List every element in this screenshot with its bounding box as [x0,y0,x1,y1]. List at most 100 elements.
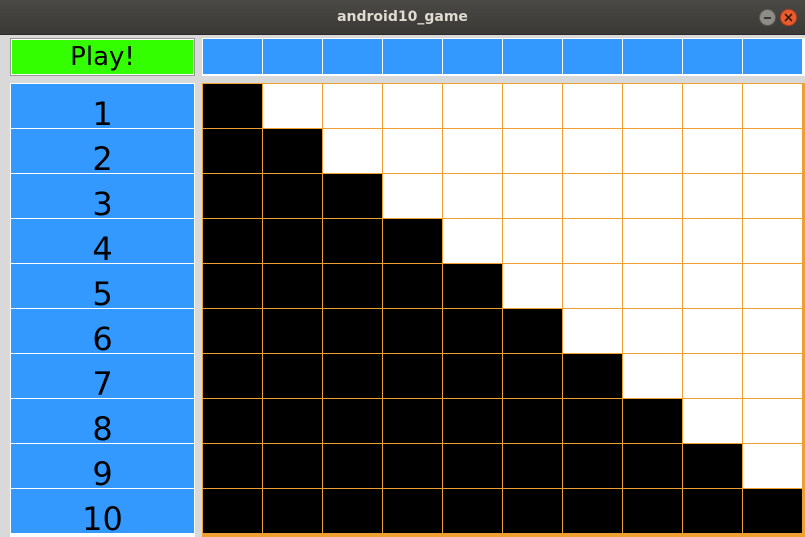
grid-cell-filled[interactable] [263,309,322,353]
grid-cell-empty[interactable] [623,84,682,128]
row-header-5[interactable]: 5 [11,264,194,310]
grid-cell-filled[interactable] [203,444,262,488]
minimize-button[interactable] [759,9,776,26]
row-header-4[interactable]: 4 [11,219,194,265]
close-button[interactable] [780,9,797,26]
row-header-2[interactable]: 2 [11,129,194,175]
grid-cell-filled[interactable] [323,264,382,308]
grid-cell-empty[interactable] [683,129,742,173]
grid-cell-filled[interactable] [323,174,382,218]
grid-cell-filled[interactable] [203,354,262,398]
grid-cell-filled[interactable] [323,399,382,443]
row-header-1[interactable]: 1 [11,84,194,130]
grid-cell-empty[interactable] [563,219,622,263]
grid-cell-empty[interactable] [683,219,742,263]
grid-cell-filled[interactable] [623,489,682,533]
row-header-3[interactable]: 3 [11,174,194,220]
grid-cell-filled[interactable] [323,354,382,398]
column-header-9[interactable] [683,39,742,74]
column-header-7[interactable] [563,39,622,74]
grid-cell-empty[interactable] [503,84,562,128]
grid-cell-filled[interactable] [683,489,742,533]
grid-cell-filled[interactable] [203,309,262,353]
row-header-8[interactable]: 8 [11,399,194,445]
grid-cell-empty[interactable] [743,174,802,218]
column-header-1[interactable] [203,39,262,74]
grid-cell-filled[interactable] [323,444,382,488]
grid-cell-filled[interactable] [683,444,742,488]
grid-cell-filled[interactable] [743,489,802,533]
grid-cell-empty[interactable] [503,129,562,173]
grid-cell-empty[interactable] [683,84,742,128]
grid-cell-empty[interactable] [503,264,562,308]
grid-cell-empty[interactable] [443,84,502,128]
grid-cell-filled[interactable] [263,444,322,488]
grid-cell-filled[interactable] [203,129,262,173]
row-header-10[interactable]: 10 [11,489,194,535]
grid-cell-filled[interactable] [443,264,502,308]
grid-cell-filled[interactable] [443,399,502,443]
grid-cell-empty[interactable] [623,264,682,308]
grid-cell-empty[interactable] [563,84,622,128]
grid-cell-empty[interactable] [743,129,802,173]
grid-cell-empty[interactable] [323,129,382,173]
grid-cell-filled[interactable] [263,399,322,443]
grid-cell-filled[interactable] [323,219,382,263]
grid-cell-empty[interactable] [743,444,802,488]
column-header-5[interactable] [443,39,502,74]
grid-cell-filled[interactable] [503,399,562,443]
grid-cell-filled[interactable] [203,489,262,533]
column-header-4[interactable] [383,39,442,74]
grid-cell-empty[interactable] [503,174,562,218]
grid-cell-filled[interactable] [503,489,562,533]
grid-cell-empty[interactable] [563,174,622,218]
grid-cell-filled[interactable] [503,444,562,488]
grid-cell-filled[interactable] [203,219,262,263]
grid-cell-filled[interactable] [443,444,502,488]
column-header-3[interactable] [323,39,382,74]
grid-cell-empty[interactable] [563,264,622,308]
grid-cell-empty[interactable] [443,174,502,218]
column-header-8[interactable] [623,39,682,74]
grid-cell-empty[interactable] [443,219,502,263]
grid-cell-filled[interactable] [383,399,442,443]
grid-cell-empty[interactable] [563,309,622,353]
grid-cell-empty[interactable] [743,399,802,443]
grid-cell-empty[interactable] [683,309,742,353]
grid-cell-filled[interactable] [323,489,382,533]
grid-cell-filled[interactable] [503,354,562,398]
grid-cell-empty[interactable] [443,129,502,173]
grid-cell-filled[interactable] [563,444,622,488]
grid-cell-filled[interactable] [563,399,622,443]
column-header-2[interactable] [263,39,322,74]
grid-cell-empty[interactable] [563,129,622,173]
grid-cell-empty[interactable] [623,219,682,263]
grid-cell-filled[interactable] [263,354,322,398]
grid-cell-empty[interactable] [503,219,562,263]
grid-cell-empty[interactable] [383,84,442,128]
play-button[interactable]: Play! [10,38,195,76]
grid-cell-empty[interactable] [383,129,442,173]
title-bar[interactable]: android10_game [0,0,805,35]
grid-cell-filled[interactable] [323,309,382,353]
grid-cell-empty[interactable] [743,264,802,308]
grid-cell-empty[interactable] [623,174,682,218]
grid-cell-filled[interactable] [443,354,502,398]
grid-cell-empty[interactable] [683,354,742,398]
grid-cell-empty[interactable] [383,174,442,218]
grid-cell-filled[interactable] [263,489,322,533]
column-header-10[interactable] [743,39,802,74]
grid-cell-filled[interactable] [203,174,262,218]
grid-cell-empty[interactable] [683,264,742,308]
grid-cell-filled[interactable] [563,489,622,533]
grid-cell-empty[interactable] [683,174,742,218]
grid-cell-empty[interactable] [323,84,382,128]
grid-cell-empty[interactable] [623,129,682,173]
row-header-9[interactable]: 9 [11,444,194,490]
grid-cell-empty[interactable] [743,309,802,353]
grid-cell-empty[interactable] [683,399,742,443]
grid-cell-empty[interactable] [743,84,802,128]
grid-cell-filled[interactable] [263,219,322,263]
grid-cell-filled[interactable] [383,309,442,353]
grid-cell-filled[interactable] [383,489,442,533]
